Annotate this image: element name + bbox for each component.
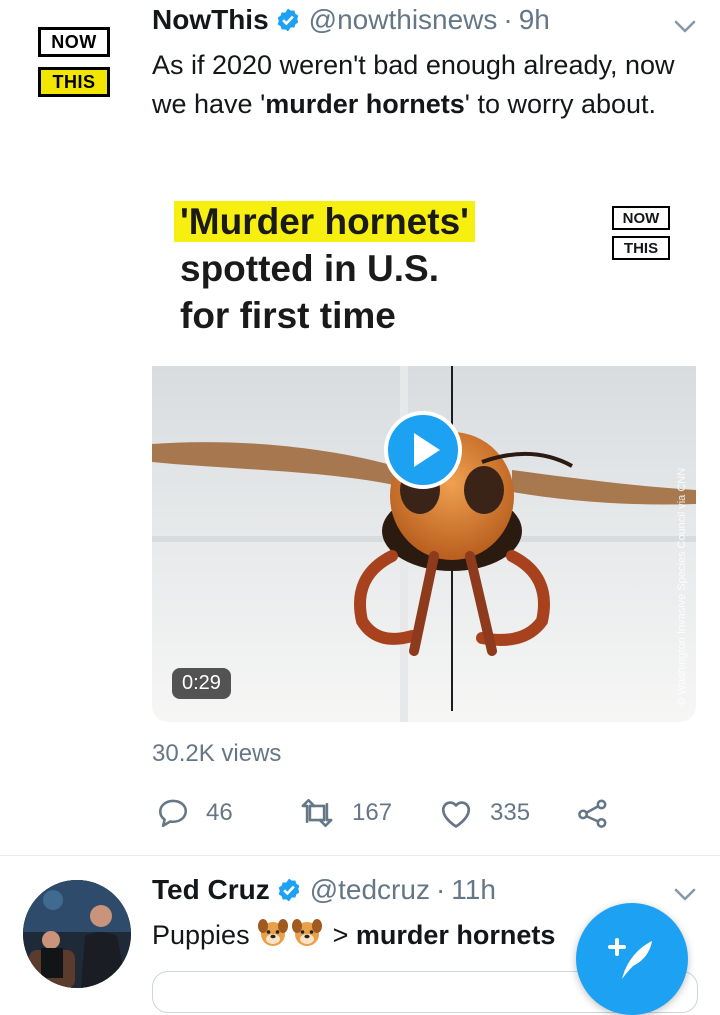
author-name[interactable]: NowThis [152,4,269,36]
reply-icon [158,799,188,828]
compose-tweet-button[interactable] [576,903,688,1015]
tweet-actions: 46 167 335 [152,796,672,836]
video-headline: 'Murder hornets' spotted in U.S. for fir… [174,198,475,339]
avatar-photo [23,880,131,988]
chevron-down-icon[interactable] [674,20,696,34]
avatar-logo-now: NOW [38,27,110,57]
play-icon[interactable] [384,411,462,489]
share-button[interactable] [576,796,626,830]
media-logo-now: NOW [612,206,670,230]
timestamp[interactable]: 11h [451,874,496,906]
chevron-down-icon[interactable] [674,888,696,902]
like-button[interactable]: 335 [438,796,530,830]
media-logo: NOW THIS [612,206,670,260]
dog-face-emoji [258,919,289,946]
headline-line: for first time [180,295,396,336]
tweet-header: NowThis @nowthisnews · 9h [152,4,550,36]
headline-line: spotted in U.S. [180,248,439,289]
like-count: 335 [490,799,531,826]
retweet-icon [301,798,333,828]
retweet-button[interactable]: 167 [298,796,392,830]
tweet-text-bold: murder hornets [355,920,556,950]
separator-dot: · [435,874,446,905]
video-card[interactable]: 'Murder hornets' spotted in U.S. for fir… [152,190,696,722]
headline-highlight: 'Murder hornets' [174,201,475,242]
video-duration: 0:29 [172,668,231,699]
verified-badge-icon [278,878,299,902]
separator-dot: · [503,4,513,35]
timestamp[interactable]: 9h [519,4,550,36]
avatar[interactable]: NOW THIS [38,27,116,105]
tweet-text-part: ' to worry about. [464,89,657,119]
tweet-text-bold: murder hornets [265,89,465,119]
media-logo-this: THIS [612,236,670,260]
reply-count: 46 [206,799,233,826]
tweet-nowthis[interactable]: NOW THIS NowThis @nowthisnews · 9h As if… [0,0,720,856]
photo-credit: © Washington Invasive Species Council vi… [676,467,688,706]
video-player[interactable]: 0:29 © Washington Invasive Species Counc… [152,366,696,722]
tweet-text-gt: > [325,920,356,950]
view-count: 30.2K views [152,740,282,767]
like-icon [441,801,471,828]
tweet-text-part: Puppies [152,920,250,950]
reply-button[interactable]: 46 [156,796,233,830]
tweet-text: As if 2020 weren't bad enough already, n… [152,46,692,124]
retweet-count: 167 [352,799,393,826]
compose-tweet-icon [608,938,652,979]
tweet-header: Ted Cruz @tedcruz · 11h [152,874,496,906]
author-handle[interactable]: @tedcruz [310,874,430,906]
author-handle[interactable]: @nowthisnews [309,4,498,36]
verified-badge-icon [277,8,298,32]
share-icon [578,799,607,828]
author-name[interactable]: Ted Cruz [152,874,270,906]
avatar-logo-this: THIS [38,67,110,97]
avatar[interactable] [23,880,131,988]
dog-face-emoji [292,919,323,946]
